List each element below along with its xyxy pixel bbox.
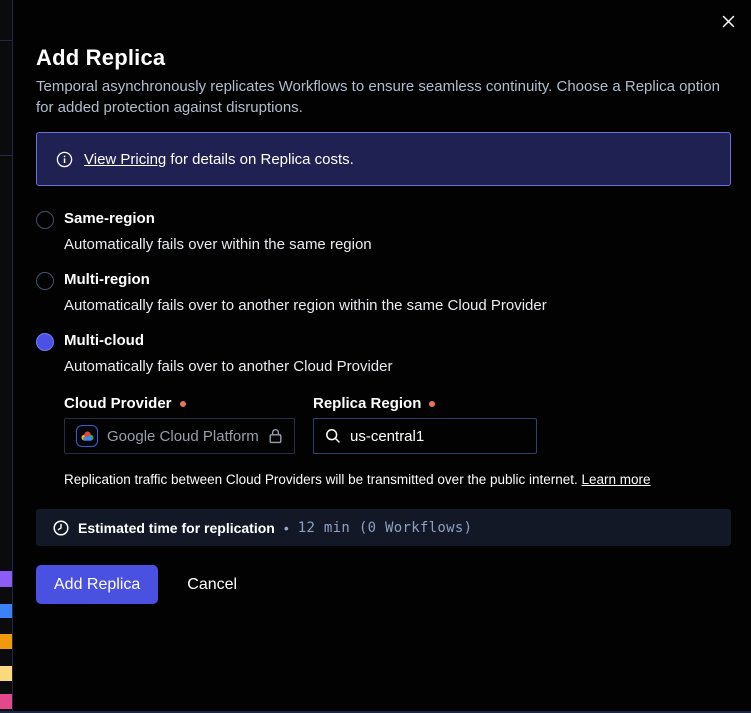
replica-region-combobox[interactable] xyxy=(313,418,537,454)
cloud-provider-select[interactable]: Google Cloud Platform xyxy=(64,418,295,454)
cancel-button[interactable]: Cancel xyxy=(185,576,239,594)
replication-estimate-banner: Estimated time for replication • 12 min … xyxy=(36,509,731,546)
estimate-separator: • xyxy=(284,520,289,536)
search-icon xyxy=(325,428,341,444)
replica-region-field-group: Replica Region xyxy=(313,396,537,454)
radio-button-icon[interactable] xyxy=(36,211,54,229)
radio-label[interactable]: Same-region xyxy=(64,210,731,228)
radio-description: Automatically fails over to another regi… xyxy=(64,297,731,315)
public-internet-note-text: Replication traffic between Cloud Provid… xyxy=(64,472,582,487)
lock-icon xyxy=(268,428,283,444)
background-color-block xyxy=(0,634,12,649)
radio-button-icon[interactable] xyxy=(36,272,54,290)
multi-cloud-form: Cloud Provider xyxy=(64,396,731,454)
pricing-banner-rest: for details on Replica costs. xyxy=(166,151,354,168)
clock-icon xyxy=(53,520,69,536)
radio-option-multi-cloud[interactable]: Multi-cloud Automatically fails over to … xyxy=(36,332,731,488)
radio-option-multi-region[interactable]: Multi-region Automatically fails over to… xyxy=(36,271,731,315)
estimate-value: 12 min (0 Workflows) xyxy=(298,520,473,536)
required-dot xyxy=(429,401,435,407)
required-dot xyxy=(180,401,186,407)
public-internet-note: Replication traffic between Cloud Provid… xyxy=(64,472,731,488)
close-button[interactable] xyxy=(715,8,741,34)
radio-label[interactable]: Multi-region xyxy=(64,271,731,289)
cloud-provider-label: Cloud Provider xyxy=(64,396,172,411)
replica-option-group: Same-region Automatically fails over wit… xyxy=(36,210,731,488)
google-cloud-platform-icon xyxy=(76,425,98,447)
radio-option-same-region[interactable]: Same-region Automatically fails over wit… xyxy=(36,210,731,254)
background-color-block xyxy=(0,666,12,681)
background-color-block xyxy=(0,571,12,587)
radio-description: Automatically fails over to another Clou… xyxy=(64,358,731,376)
replica-region-label: Replica Region xyxy=(313,396,421,411)
add-replica-modal: Add Replica Temporal asynchronously repl… xyxy=(13,0,751,711)
pricing-banner-text: View Pricing for details on Replica cost… xyxy=(84,151,354,168)
info-icon xyxy=(56,151,73,168)
background-color-block xyxy=(0,604,12,618)
add-replica-button[interactable]: Add Replica xyxy=(36,565,158,604)
modal-subtitle: Temporal asynchronously replicates Workf… xyxy=(36,76,731,118)
estimate-label: Estimated time for replication xyxy=(78,520,275,536)
background-page-strip xyxy=(0,0,13,713)
pricing-info-banner: View Pricing for details on Replica cost… xyxy=(36,132,731,186)
radio-label[interactable]: Multi-cloud xyxy=(64,332,731,350)
background-divider-line xyxy=(0,40,12,41)
view-pricing-link[interactable]: View Pricing xyxy=(84,151,166,168)
cloud-provider-field-group: Cloud Provider xyxy=(64,396,295,454)
cloud-provider-value: Google Cloud Platform xyxy=(107,428,259,445)
modal-actions: Add Replica Cancel xyxy=(36,565,731,604)
background-divider-line xyxy=(0,155,12,156)
page-title: Add Replica xyxy=(36,44,731,72)
background-color-block xyxy=(0,694,12,709)
replica-region-input[interactable] xyxy=(350,428,500,445)
close-icon xyxy=(721,14,736,29)
learn-more-link[interactable]: Learn more xyxy=(582,472,651,487)
radio-button-icon[interactable] xyxy=(36,333,54,351)
radio-description: Automatically fails over within the same… xyxy=(64,236,731,254)
